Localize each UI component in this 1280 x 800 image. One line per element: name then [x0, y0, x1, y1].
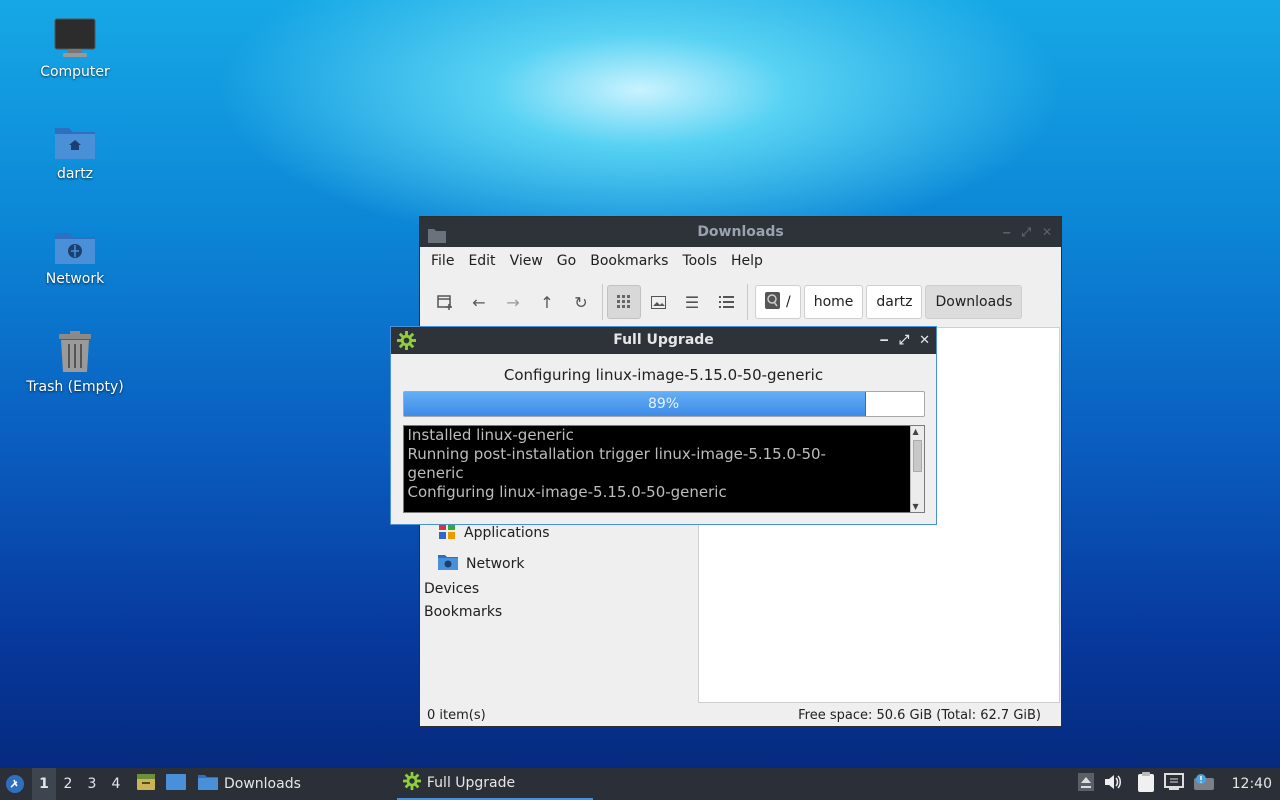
- scroll-up-icon[interactable]: ▲: [913, 427, 919, 436]
- up-icon[interactable]: ↑: [530, 285, 564, 319]
- sidebar-item-label: Applications: [464, 525, 550, 541]
- close-icon[interactable]: ✕: [919, 327, 930, 354]
- menu-tools[interactable]: Tools: [675, 247, 724, 275]
- computer-icon: [54, 18, 96, 58]
- network-connection-icon[interactable]: [1163, 773, 1184, 795]
- workspace-4[interactable]: 4: [104, 768, 128, 800]
- show-desktop-icon[interactable]: [166, 774, 186, 794]
- menubar: File Edit View Go Bookmarks Tools Help: [420, 247, 1061, 275]
- menu-help[interactable]: Help: [724, 247, 770, 275]
- close-icon[interactable]: ✕: [1042, 217, 1052, 247]
- desktop-icon-network[interactable]: Network: [15, 229, 135, 287]
- breadcrumb-dartz[interactable]: dartz: [866, 285, 923, 319]
- network-folder-icon: [54, 229, 96, 265]
- log-line: generic: [407, 464, 464, 482]
- back-icon[interactable]: ←: [462, 285, 496, 319]
- toolbar-separator: [602, 284, 603, 320]
- task-downloads[interactable]: Downloads: [192, 768, 307, 800]
- workspace-2[interactable]: 2: [56, 768, 80, 800]
- log-output[interactable]: Installed linux-generic Running post-ins…: [402, 425, 925, 513]
- menu-bookmarks[interactable]: Bookmarks: [583, 247, 675, 275]
- dialog-title: Full Upgrade: [613, 332, 714, 348]
- menu-edit[interactable]: Edit: [461, 247, 502, 275]
- menu-go[interactable]: Go: [550, 247, 583, 275]
- toolbar: ← → ↑ ↻ ☰ / home dartz Downloads: [420, 275, 1061, 329]
- maximize-icon[interactable]: ⤢: [1021, 217, 1031, 247]
- desktop-icon-label: dartz: [56, 166, 94, 182]
- minimize-icon[interactable]: ‒: [880, 327, 889, 354]
- folder-icon: [428, 224, 446, 254]
- start-menu-icon[interactable]: [0, 774, 30, 794]
- drive-icon: [765, 291, 780, 313]
- clipboard-icon[interactable]: [1137, 772, 1154, 796]
- forward-icon[interactable]: →: [496, 285, 530, 319]
- clock[interactable]: 12:40: [1232, 776, 1272, 792]
- scrollbar-thumb[interactable]: [912, 440, 922, 472]
- status-item-count: 0 item(s): [427, 707, 486, 723]
- desktop-icon-label: Network: [45, 271, 105, 287]
- breadcrumb-downloads[interactable]: Downloads: [925, 285, 1023, 319]
- status-free-space: Free space: 50.6 GiB (Total: 62.7 GiB): [798, 707, 1041, 723]
- sidebar-item-applications[interactable]: Applications: [438, 522, 550, 544]
- breadcrumb-root[interactable]: /: [755, 285, 801, 319]
- progress-label: 89%: [647, 396, 680, 412]
- thumbnail-view-icon[interactable]: [641, 285, 675, 319]
- trash-icon: [56, 331, 94, 373]
- home-folder-icon: [54, 124, 96, 160]
- volume-icon[interactable]: [1104, 774, 1122, 794]
- progress-bar: 89%: [402, 391, 925, 417]
- dialog-message: Configuring linux-image-5.15.0-50-generi…: [503, 366, 824, 384]
- full-upgrade-dialog: Full Upgrade ‒ ⤢ ✕ Configuring linux-ima…: [390, 326, 937, 525]
- desktop-icon-label: Trash (Empty): [26, 379, 124, 395]
- desktop-icon-home[interactable]: dartz: [15, 124, 135, 182]
- gear-icon: [397, 331, 416, 360]
- sidebar-section-bookmarks[interactable]: Bookmarks: [424, 604, 502, 620]
- log-line: Running post-installation trigger linux-…: [407, 445, 826, 463]
- workspace-3[interactable]: 3: [80, 768, 104, 800]
- log-lines: Installed linux-generic Running post-ins…: [408, 426, 906, 502]
- log-line: Configuring linux-image-5.15.0-50-generi…: [407, 483, 727, 501]
- statusbar: 0 item(s) Free space: 50.6 GiB (Total: 6…: [420, 704, 1061, 726]
- desktop-icon-label: Computer: [40, 64, 110, 80]
- folder-icon: [198, 774, 218, 794]
- workspace-1[interactable]: 1: [32, 768, 56, 800]
- task-label: Downloads: [224, 776, 301, 792]
- task-label: Full Upgrade: [426, 775, 516, 791]
- new-tab-icon[interactable]: [428, 285, 462, 319]
- sidebar-section-devices[interactable]: Devices: [424, 581, 479, 597]
- menu-view[interactable]: View: [503, 247, 550, 275]
- toolbar-separator: [747, 284, 748, 320]
- eject-icon[interactable]: [1077, 773, 1094, 795]
- scroll-down-icon[interactable]: ▼: [913, 502, 919, 511]
- gear-icon: [402, 772, 421, 794]
- breadcrumb-home[interactable]: home: [803, 285, 864, 319]
- update-notifier-icon[interactable]: [1193, 773, 1214, 795]
- breadcrumb-label: /: [786, 294, 791, 310]
- log-line: Installed linux-generic: [407, 426, 574, 444]
- desktop-icon-trash[interactable]: Trash (Empty): [15, 331, 135, 395]
- minimize-icon[interactable]: ‒: [1003, 217, 1011, 247]
- system-tray: 12:40: [1077, 768, 1280, 800]
- dialog-titlebar[interactable]: Full Upgrade ‒ ⤢ ✕: [391, 327, 936, 354]
- log-scrollbar[interactable]: ▲ ▼: [909, 426, 924, 512]
- icon-view-icon[interactable]: [607, 285, 641, 319]
- maximize-icon[interactable]: ⤢: [899, 327, 909, 354]
- file-manager-titlebar[interactable]: Downloads ‒ ⤢ ✕: [420, 217, 1061, 247]
- compact-view-icon[interactable]: ☰: [675, 285, 709, 319]
- list-view-icon[interactable]: [709, 285, 743, 319]
- file-manager-launcher-icon[interactable]: [136, 773, 156, 795]
- window-title: Downloads: [697, 224, 784, 240]
- applications-icon: [438, 522, 456, 544]
- taskbar: 1 2 3 4 Downloads Full Upgrade 12:40: [0, 768, 1280, 800]
- desktop-icon-computer[interactable]: Computer: [15, 18, 135, 80]
- network-folder-icon: [438, 553, 458, 574]
- sidebar-item-network[interactable]: Network: [438, 553, 524, 574]
- sidebar-item-label: Network: [466, 555, 525, 572]
- reload-icon[interactable]: ↻: [564, 285, 598, 319]
- task-full-upgrade[interactable]: Full Upgrade: [396, 768, 593, 800]
